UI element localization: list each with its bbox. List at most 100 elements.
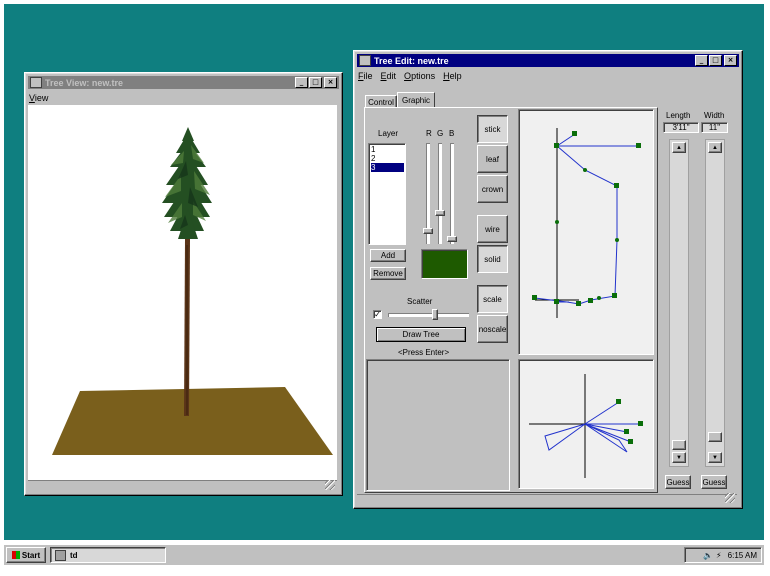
speaker-icon[interactable]: 🔈 — [703, 551, 713, 560]
tree-view-menubar: View — [29, 91, 338, 104]
profile-editor-svg — [532, 128, 641, 318]
width-guess-button[interactable]: Guess — [701, 475, 727, 489]
width-scrollbar[interactable]: ▲ ▼ — [705, 139, 725, 467]
noscale-button[interactable]: noscale — [477, 315, 508, 343]
tree-view-titlebar[interactable]: Tree View: new.tre _ □ × — [28, 76, 339, 89]
scatter-slider-track[interactable] — [388, 309, 469, 320]
length-guess-button[interactable]: Guess — [665, 475, 691, 489]
length-label: Length — [666, 111, 691, 120]
network-icon[interactable]: ⚡ — [716, 551, 722, 560]
width-guess-label: Guess — [702, 477, 726, 487]
menu-edit[interactable]: Edit — [381, 71, 397, 81]
scatter-slider-thumb[interactable] — [432, 309, 438, 320]
scale-button[interactable]: scale — [477, 285, 508, 313]
length-scroll-up[interactable]: ▲ — [672, 142, 686, 153]
draw-tree-label: Draw Tree — [402, 330, 440, 339]
profile-points — [532, 131, 641, 306]
profile-curve — [534, 145, 618, 305]
taskbar-task-td[interactable]: td — [50, 547, 166, 563]
tree-render-viewport[interactable] — [28, 105, 337, 481]
g-slider[interactable] — [435, 143, 445, 244]
crown-button[interactable]: crown — [477, 175, 508, 203]
b-slider[interactable] — [447, 143, 457, 244]
length-value-field: 3'11" — [663, 122, 699, 133]
layer-item-3[interactable]: 3 — [371, 163, 404, 172]
width-label: Width — [704, 111, 725, 120]
tab-graphic-label: Graphic — [401, 96, 430, 105]
close-button[interactable]: × — [724, 55, 737, 66]
b-slider-thumb[interactable] — [447, 236, 457, 242]
g-label: G — [437, 129, 444, 138]
scale-label: scale — [483, 294, 502, 304]
scatter-checkbox[interactable]: ✓ — [373, 310, 382, 319]
remove-button-label: Remove — [373, 269, 403, 278]
task-label: td — [70, 550, 78, 560]
topview-rays — [544, 401, 641, 453]
leaf-button[interactable]: leaf — [477, 145, 508, 173]
tree-view-window: Tree View: new.tre _ □ × View — [24, 72, 343, 496]
add-button[interactable]: Add — [370, 249, 406, 262]
stick-button[interactable]: stick — [477, 115, 508, 143]
stick-label: stick — [484, 124, 501, 134]
layer-item-2[interactable]: 2 — [371, 154, 405, 163]
width-value-field: 11" — [701, 122, 728, 133]
length-value: 3'11" — [672, 123, 690, 132]
ground-plane — [52, 387, 333, 455]
close-button[interactable]: × — [324, 77, 337, 88]
tree-edit-statusbar — [357, 493, 737, 505]
minimize-button[interactable]: _ — [295, 77, 308, 88]
r-label: R — [426, 129, 432, 138]
desktop: Tree View: new.tre _ □ × View Tree Edit:… — [4, 4, 764, 540]
maximize-button[interactable]: □ — [309, 77, 322, 88]
minimize-button[interactable]: _ — [695, 55, 708, 66]
topview-editor-canvas[interactable] — [518, 359, 654, 489]
preview-panel — [366, 359, 510, 491]
width-scroll-down[interactable]: ▼ — [708, 452, 722, 463]
maximize-button[interactable]: □ — [709, 55, 722, 66]
solid-label: solid — [484, 254, 501, 264]
scatter-label: Scatter — [407, 297, 433, 306]
length-scroll-thumb[interactable] — [672, 440, 686, 450]
profile-editor-canvas[interactable] — [518, 109, 654, 355]
leaf-label: leaf — [486, 154, 499, 164]
wire-button[interactable]: wire — [477, 215, 508, 243]
remove-button[interactable]: Remove — [370, 267, 406, 280]
menu-options[interactable]: Options — [404, 71, 435, 81]
tree-render-svg — [52, 127, 333, 455]
app-icon — [359, 55, 371, 66]
tab-graphic[interactable]: Graphic — [397, 92, 435, 108]
r-slider[interactable] — [423, 143, 433, 244]
taskbar: Start td 🔈 ⚡ 6:15 AM — [4, 544, 764, 565]
g-slider-thumb[interactable] — [435, 210, 445, 216]
tree-edit-title: Tree Edit: new.tre — [374, 55, 449, 66]
width-value: 11" — [708, 123, 721, 132]
windows-logo-icon — [11, 551, 20, 559]
menu-help[interactable]: Help — [443, 71, 462, 81]
tab-control-label: Control — [368, 97, 394, 107]
b-label: B — [449, 129, 455, 138]
clock: 6:15 AM — [727, 550, 757, 560]
width-scroll-up[interactable]: ▲ — [708, 142, 722, 153]
draw-tree-button[interactable]: Draw Tree — [376, 327, 466, 342]
length-scroll-down[interactable]: ▼ — [672, 452, 686, 463]
length-scrollbar[interactable]: ▲ ▼ — [669, 139, 689, 467]
wire-label: wire — [485, 224, 500, 234]
tree-view-statusbar — [28, 480, 337, 492]
resize-grip[interactable] — [725, 493, 735, 503]
tree-view-title: Tree View: new.tre — [45, 77, 124, 88]
tree-edit-menubar: File Edit Options Help — [358, 69, 738, 82]
press-enter-label: <Press Enter> — [398, 348, 450, 357]
layer-item-1[interactable]: 1 — [371, 145, 405, 154]
start-button[interactable]: Start — [6, 547, 46, 563]
noscale-label: noscale — [478, 324, 507, 334]
layer-listbox[interactable]: 1 2 3 — [368, 143, 406, 245]
width-scroll-thumb[interactable] — [708, 432, 722, 442]
resize-grip[interactable] — [325, 480, 335, 490]
length-guess-label: Guess — [666, 477, 690, 487]
menu-view[interactable]: View — [29, 93, 48, 103]
r-slider-thumb[interactable] — [423, 228, 433, 234]
topview-editor-svg — [529, 374, 643, 478]
menu-file[interactable]: File — [358, 71, 373, 81]
solid-button[interactable]: solid — [477, 245, 508, 273]
tree-edit-titlebar[interactable]: Tree Edit: new.tre _ □ × — [357, 54, 739, 67]
